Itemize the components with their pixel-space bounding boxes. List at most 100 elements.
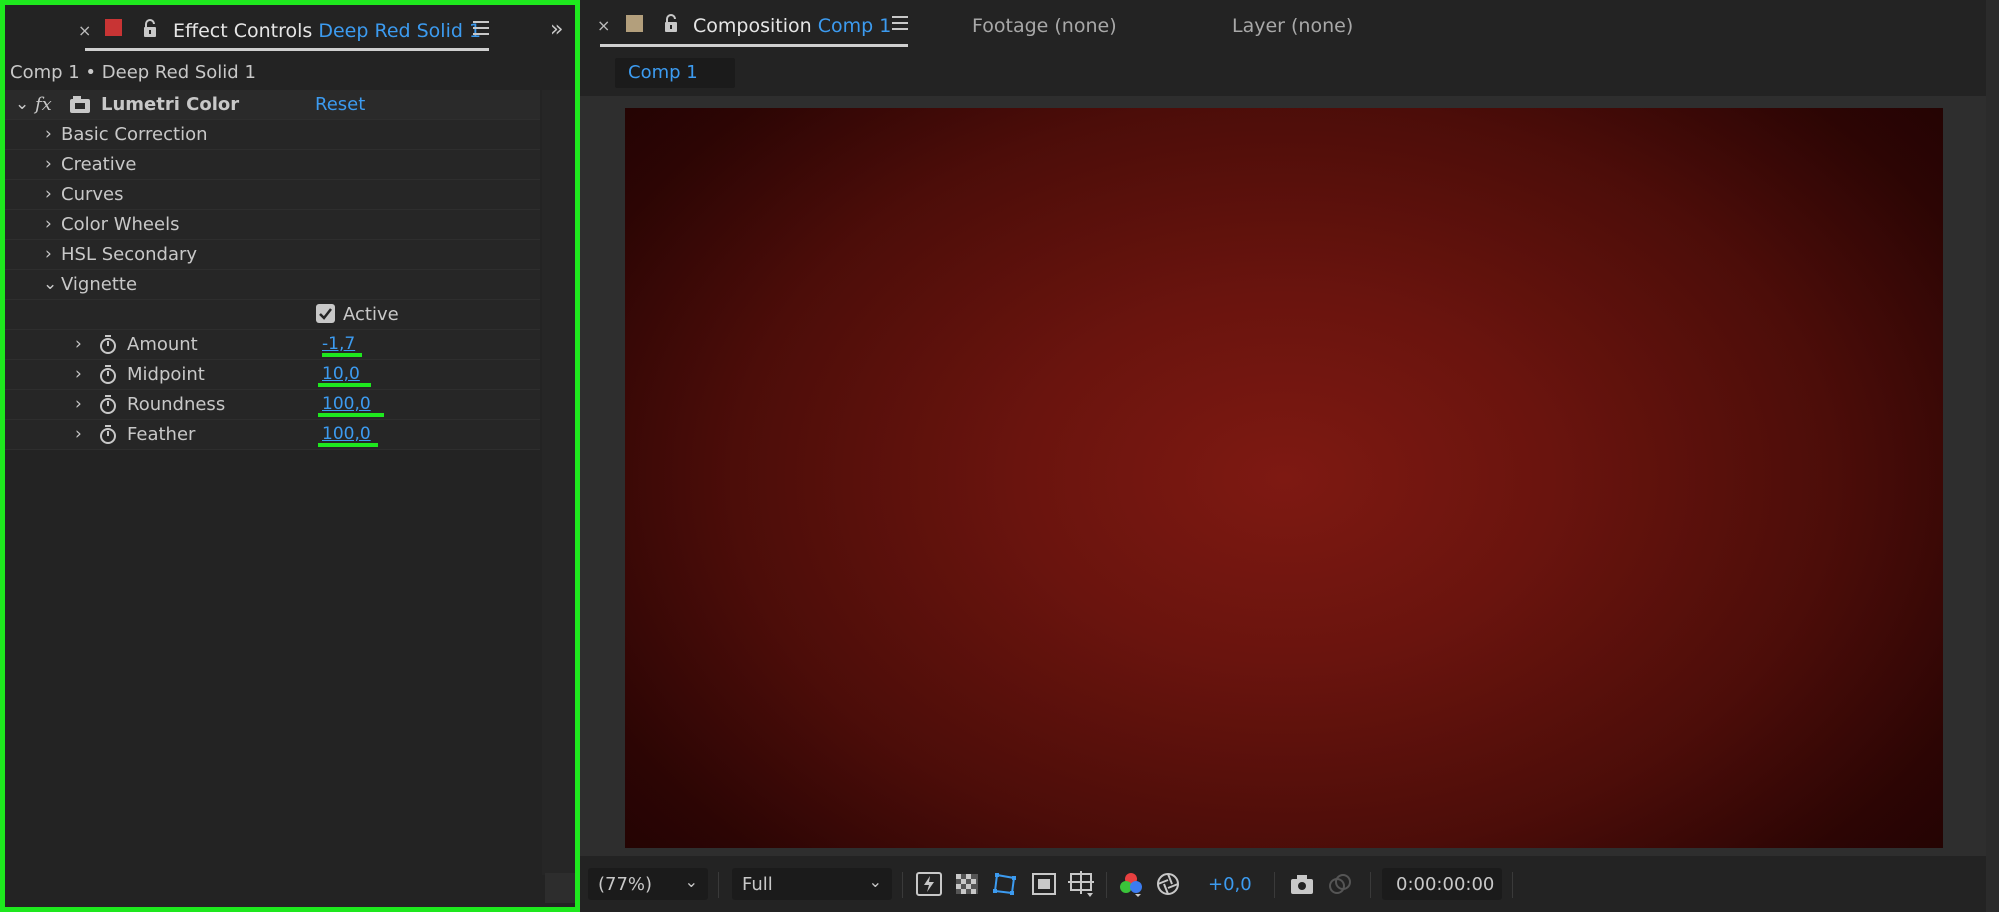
tab-subject-label: Comp 1 xyxy=(817,15,892,37)
panel-menu-icon[interactable] xyxy=(892,16,908,30)
property-feather: › Feather 100,0 xyxy=(5,420,540,450)
divider xyxy=(718,872,719,898)
transparency-grid-icon[interactable] xyxy=(953,870,981,898)
channel-icon[interactable] xyxy=(1117,870,1145,898)
highlight-underline xyxy=(322,353,362,357)
section-vignette[interactable]: ⌄ Vignette xyxy=(5,270,540,300)
chevron-right-icon[interactable]: › xyxy=(75,364,82,384)
effect-name: Lumetri Color xyxy=(101,94,240,115)
chevron-right-icon[interactable]: › xyxy=(45,124,52,144)
resolution-value: Full xyxy=(742,874,773,895)
divider xyxy=(902,872,903,898)
property-roundness: › Roundness 100,0 xyxy=(5,390,540,420)
section-label: Curves xyxy=(61,184,124,205)
highlight-underline xyxy=(318,443,378,447)
vignette-active-row: Active xyxy=(5,300,540,330)
divider xyxy=(1274,872,1275,898)
timecode-value: 0:00:00:00 xyxy=(1396,874,1495,895)
fast-previews-icon[interactable] xyxy=(915,870,943,898)
section-label: Basic Correction xyxy=(61,124,208,145)
layer-path: Comp 1 • Deep Red Solid 1 xyxy=(10,62,256,83)
close-icon[interactable]: × xyxy=(78,21,91,40)
active-label: Active xyxy=(343,304,399,325)
lock-icon[interactable] xyxy=(142,19,158,38)
magnification-value: (77%) xyxy=(598,874,653,895)
mask-visibility-icon[interactable] xyxy=(991,870,1019,898)
chevron-right-icon[interactable]: › xyxy=(75,334,82,354)
section-curves[interactable]: › Curves xyxy=(5,180,540,210)
feather-value[interactable]: 100,0 xyxy=(322,424,371,444)
divider xyxy=(1370,872,1371,898)
stopwatch-icon[interactable] xyxy=(99,425,117,445)
effect-property-list: ⌄ fx Lumetri Color Reset › Basic Correct… xyxy=(5,90,540,450)
stopwatch-icon[interactable] xyxy=(99,365,117,385)
chevron-right-icon[interactable]: › xyxy=(75,424,82,444)
active-tab-indicator xyxy=(85,48,489,51)
tab-title-label: Effect Controls xyxy=(173,20,313,42)
chevron-right-icon[interactable]: › xyxy=(45,154,52,174)
composition-canvas[interactable] xyxy=(625,108,1943,848)
checkmark-icon xyxy=(319,308,332,320)
region-of-interest-icon[interactable] xyxy=(1030,870,1058,898)
property-midpoint: › Midpoint 10,0 xyxy=(5,360,540,390)
current-time-field[interactable]: 0:00:00:00 xyxy=(1382,868,1502,900)
section-label: HSL Secondary xyxy=(61,244,198,265)
chevron-right-icon[interactable]: › xyxy=(45,214,52,234)
roundness-value[interactable]: 100,0 xyxy=(322,394,371,414)
section-creative[interactable]: › Creative xyxy=(5,150,540,180)
property-amount: › Amount -1,7 xyxy=(5,330,540,360)
chevron-right-icon[interactable]: › xyxy=(45,184,52,204)
active-checkbox[interactable] xyxy=(316,304,335,323)
midpoint-value[interactable]: 10,0 xyxy=(322,364,360,384)
exposure-value[interactable]: +0,0 xyxy=(1208,874,1252,895)
chevron-right-icon[interactable]: › xyxy=(75,394,82,414)
section-basic-correction[interactable]: › Basic Correction xyxy=(5,120,540,150)
viewer-scrollbar[interactable] xyxy=(1986,0,1999,912)
chevron-down-icon: ⌄ xyxy=(868,872,882,891)
highlight-underline xyxy=(318,383,371,387)
fx-icon[interactable]: fx xyxy=(35,94,52,115)
section-label: Color Wheels xyxy=(61,214,180,235)
magnification-dropdown[interactable]: (77%) ⌄ xyxy=(588,868,708,900)
effect-controls-scrollbar[interactable] xyxy=(542,90,575,875)
chevron-right-icon[interactable]: › xyxy=(45,244,52,264)
chevron-down-icon[interactable]: ⌄ xyxy=(43,274,57,294)
effect-controls-panel: × Effect Controls Deep Red Solid 1 » Com… xyxy=(0,0,580,912)
snapshot-icon[interactable] xyxy=(1288,870,1316,898)
effect-row-lumetri[interactable]: ⌄ fx Lumetri Color Reset xyxy=(5,90,540,120)
highlight-underline xyxy=(318,413,384,417)
active-tab-indicator xyxy=(600,44,908,47)
show-snapshot-icon[interactable] xyxy=(1326,870,1354,898)
tab-composition[interactable]: Composition Comp 1 xyxy=(693,15,891,37)
expand-panels-icon[interactable]: » xyxy=(550,17,563,42)
close-icon[interactable]: × xyxy=(597,16,610,35)
property-label: Feather xyxy=(127,424,196,445)
chevron-down-icon: ⌄ xyxy=(684,872,698,891)
effect-controls-tab-bar: × Effect Controls Deep Red Solid 1 » xyxy=(5,5,575,53)
stopwatch-icon[interactable] xyxy=(99,395,117,415)
stopwatch-icon[interactable] xyxy=(99,335,117,355)
divider xyxy=(1106,872,1107,898)
composition-panel: × Composition Comp 1 Footage (none) Laye… xyxy=(580,0,1999,912)
chevron-down-icon[interactable]: ⌄ xyxy=(15,94,29,114)
section-hsl-secondary[interactable]: › HSL Secondary xyxy=(5,240,540,270)
section-label: Vignette xyxy=(61,274,138,295)
tab-footage[interactable]: Footage (none) xyxy=(972,15,1117,37)
panel-menu-icon[interactable] xyxy=(473,21,489,35)
tab-effect-controls[interactable]: Effect Controls Deep Red Solid 1 xyxy=(173,20,481,42)
tab-layer[interactable]: Layer (none) xyxy=(1232,15,1353,37)
exposure-icon[interactable] xyxy=(1154,870,1182,898)
lock-icon[interactable] xyxy=(663,14,679,33)
property-label: Roundness xyxy=(127,394,226,415)
guides-options-icon[interactable] xyxy=(1068,870,1096,898)
section-color-wheels[interactable]: › Color Wheels xyxy=(5,210,540,240)
effect-preset-icon xyxy=(70,96,90,113)
tab-comp-1[interactable]: Comp 1 xyxy=(615,58,735,88)
amount-value[interactable]: -1,7 xyxy=(322,334,355,354)
resolution-dropdown[interactable]: Full ⌄ xyxy=(732,868,892,900)
scroll-corner xyxy=(545,873,575,903)
subtab-label: Comp 1 xyxy=(628,62,698,83)
divider xyxy=(1512,872,1513,898)
comp-color-swatch xyxy=(626,15,643,32)
reset-link[interactable]: Reset xyxy=(315,94,365,115)
